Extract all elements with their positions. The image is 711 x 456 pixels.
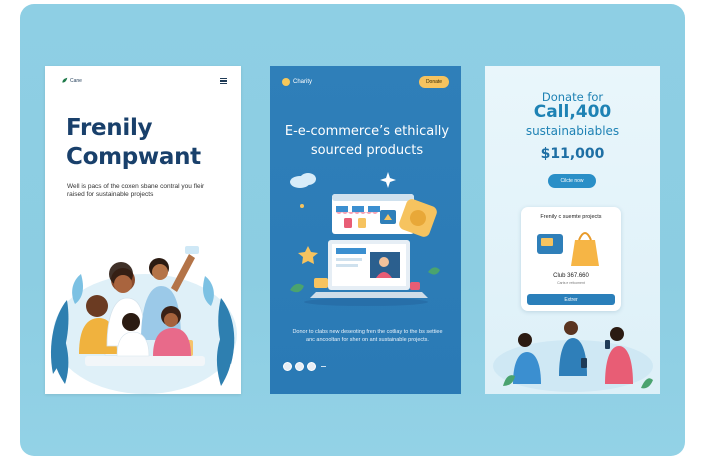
- mockup-card-donate: Donate for Call,400 sustainabiables $11,…: [485, 66, 660, 394]
- shopping-bag-icon: [571, 240, 599, 266]
- donation-amount: $11,000: [540, 146, 605, 162]
- hero-title: Frenily Compwant: [66, 115, 201, 170]
- panel-amount: Club 367.660: [553, 273, 589, 279]
- laptop-icon: [310, 240, 428, 298]
- hero-title: E-e-commerce’s ethically sourced product…: [284, 124, 450, 158]
- sparkle-icon: [380, 172, 396, 188]
- brand-logo-text: Charity: [293, 79, 313, 85]
- menu-icon[interactable]: [220, 78, 227, 85]
- donate-button[interactable]: Donate: [419, 76, 449, 88]
- cloud-icon: [290, 173, 316, 188]
- people-illustration: [493, 321, 653, 392]
- charity-logo-icon: [282, 78, 290, 86]
- panel-button[interactable]: Extrer: [527, 294, 615, 305]
- community-illustration: [50, 246, 237, 394]
- heading-line-3: sustainabiables: [525, 124, 620, 138]
- panel-subtext: Carts e refcoment: [557, 281, 585, 285]
- hero-description: Well is pacs of the coxen sbane contral …: [67, 183, 205, 198]
- divider: [321, 366, 326, 367]
- leaf-logo-icon: [62, 77, 68, 83]
- heading-line-2: Call,400: [533, 102, 612, 122]
- mockup-card-community: Cane Frenily Compwant Well is pacs of th…: [45, 66, 241, 394]
- star-icon: [298, 246, 318, 264]
- brand-logo[interactable]: Cane: [61, 77, 82, 84]
- donation-panel: Frenily c suemte projects Club 367.660 C…: [521, 207, 621, 311]
- gallery-stage: Cane Frenily Compwant Well is pacs of th…: [20, 4, 685, 456]
- laptop-shop-illustration: [290, 172, 440, 306]
- brand-logo-text: Cane: [70, 77, 82, 84]
- shopping-illustration: [537, 232, 599, 266]
- social-icon-2[interactable]: [295, 362, 304, 371]
- social-icon-1[interactable]: [283, 362, 292, 371]
- brand-logo[interactable]: Charity: [282, 78, 312, 86]
- social-icon-3[interactable]: [307, 362, 316, 371]
- hero-description: Donor to clabs new deseoting fren the co…: [292, 329, 443, 343]
- social-icons: [283, 362, 326, 371]
- mockup-card-ecommerce: Charity Donate E-e-commerce’s ethically …: [270, 66, 461, 394]
- panel-title: Frenily c suemte projects: [540, 214, 602, 220]
- donate-now-button[interactable]: Cilcte now: [548, 174, 596, 188]
